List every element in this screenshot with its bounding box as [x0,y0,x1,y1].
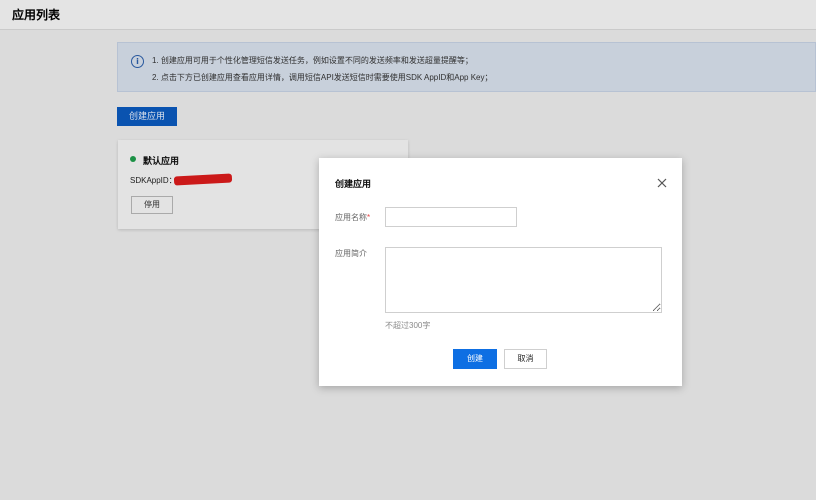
app-name-label-text: 应用名称 [335,213,367,222]
create-confirm-button[interactable]: 创建 [453,349,497,369]
app-desc-label: 应用简介 [335,249,367,258]
close-icon[interactable] [656,177,668,189]
app-name-label: 应用名称* [335,212,370,223]
app-desc-textarea[interactable] [385,247,662,313]
create-app-dialog: 创建应用 应用名称* 应用简介 不超过300字 创建 取消 [319,158,682,386]
dialog-title: 创建应用 [335,179,372,189]
app-name-input[interactable] [385,207,517,227]
cancel-button[interactable]: 取消 [504,349,547,369]
required-mark: * [367,213,371,222]
char-limit-hint: 不超过300字 [385,321,431,330]
